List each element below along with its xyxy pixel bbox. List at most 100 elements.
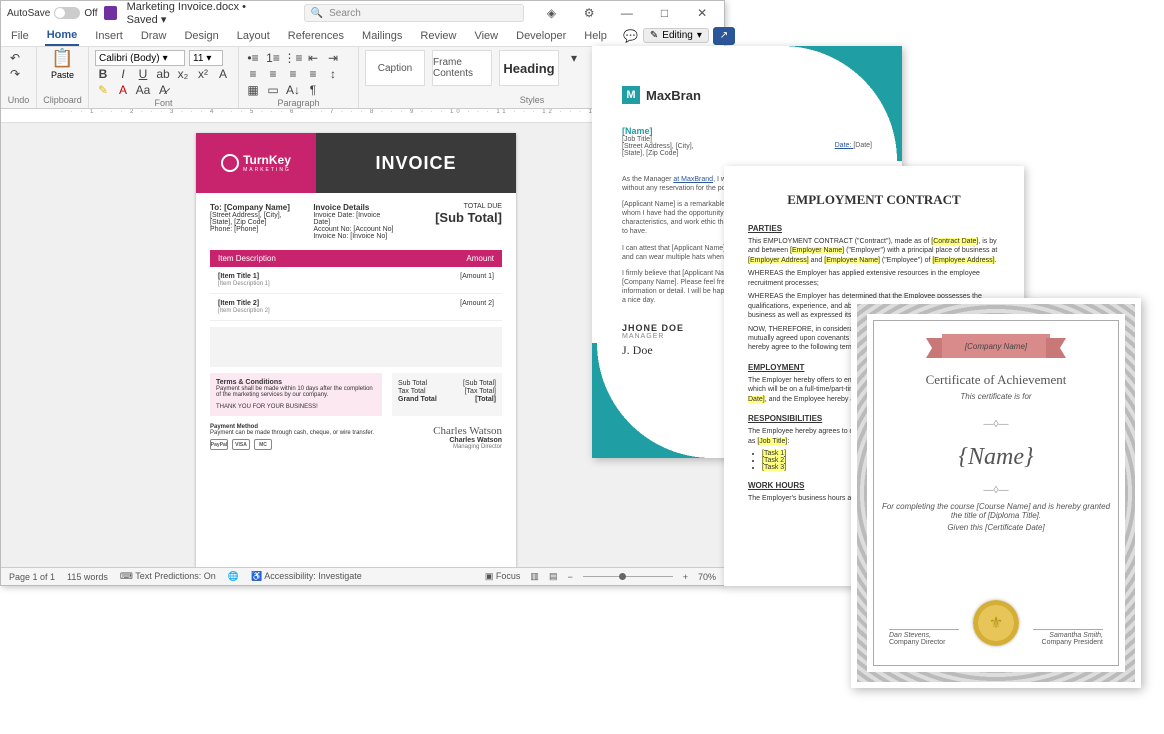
subscript-icon[interactable]: x₂ xyxy=(175,66,191,82)
toggle-switch-icon[interactable] xyxy=(54,7,80,19)
zoom-slider[interactable] xyxy=(583,576,673,577)
focus-mode[interactable]: ▣ Focus xyxy=(485,571,521,582)
tab-references[interactable]: References xyxy=(286,27,346,45)
tab-review[interactable]: Review xyxy=(418,27,458,45)
change-case-icon[interactable]: Aa xyxy=(135,82,151,98)
view-print-icon[interactable]: ▥ xyxy=(530,571,539,582)
divider-decoration: —◊— xyxy=(881,485,1111,496)
invoice-details: Invoice Details Invoice Date: [Invoice D… xyxy=(313,203,398,240)
style-caption[interactable]: Caption xyxy=(365,50,425,86)
invoice-title: INVOICE xyxy=(316,133,516,193)
menu-tabs: File Home Insert Draw Design Layout Refe… xyxy=(1,25,724,47)
tab-design[interactable]: Design xyxy=(182,27,220,45)
letter-date: Date: [Date] xyxy=(835,142,872,149)
visa-icon: VISA xyxy=(232,439,250,450)
close-button[interactable]: ✕ xyxy=(686,1,718,25)
font-name-select[interactable]: Calibri (Body) ▾ xyxy=(95,50,185,66)
invoice-to: To: [Company Name] [Street Address], [Ci… xyxy=(210,203,295,240)
multilevel-icon[interactable]: ⋮≡ xyxy=(285,50,301,66)
tab-insert[interactable]: Insert xyxy=(93,27,125,45)
minimize-button[interactable]: ― xyxy=(611,1,643,25)
share-button[interactable]: ↗ xyxy=(713,27,735,45)
tab-home[interactable]: Home xyxy=(45,26,80,46)
payment-method: Payment Method Payment can be made throu… xyxy=(210,424,374,450)
invoice-item: [Item Title 1][Item Description 1] [Amou… xyxy=(210,267,502,294)
zoom-level[interactable]: 70% xyxy=(698,572,716,582)
numbering-icon[interactable]: 1≡ xyxy=(265,50,281,66)
style-frame[interactable]: Frame Contents xyxy=(432,50,492,86)
justify-icon[interactable]: ≡ xyxy=(305,66,321,82)
zoom-out-icon[interactable]: − xyxy=(567,572,572,582)
align-left-icon[interactable]: ≡ xyxy=(245,66,261,82)
recipient-name: [Name] xyxy=(622,126,872,136)
line-spacing-icon[interactable]: ↕ xyxy=(325,66,341,82)
decrease-indent-icon[interactable]: ⇤ xyxy=(305,50,321,66)
sort-icon[interactable]: A↓ xyxy=(285,82,301,98)
settings-icon[interactable]: ⚙ xyxy=(573,1,605,25)
document-page: TurnKeyMARKETING INVOICE To: [Company Na… xyxy=(196,133,516,583)
bullets-icon[interactable]: •≡ xyxy=(245,50,261,66)
tab-view[interactable]: View xyxy=(472,27,500,45)
italic-icon[interactable]: I xyxy=(115,66,131,82)
certificate-line: Given this [Certificate Date] xyxy=(881,523,1111,532)
redo-icon[interactable]: ↷ xyxy=(7,66,23,82)
autosave-label: AutoSave xyxy=(7,8,50,19)
align-right-icon[interactable]: ≡ xyxy=(285,66,301,82)
search-box[interactable]: 🔍 Search xyxy=(304,4,524,22)
font-color-icon[interactable]: A xyxy=(115,82,131,98)
autosave-toggle[interactable]: AutoSave Off xyxy=(7,7,98,19)
comments-icon[interactable]: 💬 xyxy=(623,28,639,44)
group-paragraph: •≡ 1≡ ⋮≡ ⇤ ⇥ ≡ ≡ ≡ ≡ ↕ ▦ ▭ A↓ ¶ Paragrap… xyxy=(239,47,359,108)
paste-icon[interactable]: 📋 xyxy=(55,50,71,66)
maximize-button[interactable]: □ xyxy=(649,1,681,25)
superscript-icon[interactable]: x² xyxy=(195,66,211,82)
tab-file[interactable]: File xyxy=(9,27,31,45)
status-words[interactable]: 115 words xyxy=(67,572,108,582)
maxbrand-logo: M MaxBran xyxy=(622,86,872,104)
increase-indent-icon[interactable]: ⇥ xyxy=(325,50,341,66)
strike-icon[interactable]: ab xyxy=(155,66,171,82)
signature-right: Samantha Smith, Company President xyxy=(1033,629,1103,646)
certificate-line: For completing the course [Course Name] … xyxy=(881,502,1111,520)
status-pages[interactable]: Page 1 of 1 xyxy=(9,572,55,582)
style-heading[interactable]: Heading xyxy=(499,50,559,86)
font-size-select[interactable]: 11 ▾ xyxy=(189,50,223,66)
certificate-title: Certificate of Achievement xyxy=(881,372,1111,388)
status-accessibility[interactable]: ♿ Accessibility: Investigate xyxy=(251,571,362,582)
diamond-icon[interactable]: ◈ xyxy=(536,1,568,25)
align-center-icon[interactable]: ≡ xyxy=(265,66,281,82)
view-web-icon[interactable]: ▤ xyxy=(549,571,558,582)
tab-developer[interactable]: Developer xyxy=(514,27,568,45)
status-bar: Page 1 of 1 115 words ⌨ Text Predictions… xyxy=(1,567,724,585)
certificate-recipient: {Name} xyxy=(881,444,1111,471)
shading-icon[interactable]: ▦ xyxy=(245,82,261,98)
text-effects-icon[interactable]: A xyxy=(215,66,231,82)
mastercard-icon: MC xyxy=(254,439,272,450)
certificate-doc: [Company Name] Certificate of Achievemen… xyxy=(851,298,1141,688)
tab-layout[interactable]: Layout xyxy=(235,27,272,45)
paste-label: Paste xyxy=(51,70,74,80)
group-undo: ↶ ↷ Undo xyxy=(1,47,37,108)
status-predictions[interactable]: ⌨ Text Predictions: On xyxy=(120,571,216,582)
borders-icon[interactable]: ▭ xyxy=(265,82,281,98)
highlight-icon[interactable]: ✎ xyxy=(95,82,111,98)
gold-seal-icon: ⚜ xyxy=(973,600,1019,646)
underline-icon[interactable]: U xyxy=(135,66,151,82)
tab-help[interactable]: Help xyxy=(582,27,609,45)
editing-mode-button[interactable]: ✎ Editing ▾ xyxy=(643,28,709,43)
tab-draw[interactable]: Draw xyxy=(139,27,169,45)
bold-icon[interactable]: B xyxy=(95,66,111,82)
tab-mailings[interactable]: Mailings xyxy=(360,27,404,45)
styles-more-icon[interactable]: ▾ xyxy=(566,50,582,66)
zoom-in-icon[interactable]: + xyxy=(683,572,688,582)
status-language-icon[interactable]: 🌐 xyxy=(228,571,239,582)
recipient-line: [State], [Zip Code] xyxy=(622,150,872,157)
signature-left: Dan Stevens, Company Director xyxy=(889,629,959,646)
certificate-subtitle: This certificate is for xyxy=(881,392,1111,401)
clear-format-icon[interactable]: A̷ xyxy=(155,82,171,98)
search-icon: 🔍 xyxy=(311,8,323,19)
undo-icon[interactable]: ↶ xyxy=(7,50,23,66)
invoice-total-due: TOTAL DUE [Sub Total] xyxy=(417,203,502,240)
document-title[interactable]: Marketing Invoice.docx • Saved ▾ xyxy=(127,1,278,26)
show-marks-icon[interactable]: ¶ xyxy=(305,82,321,98)
